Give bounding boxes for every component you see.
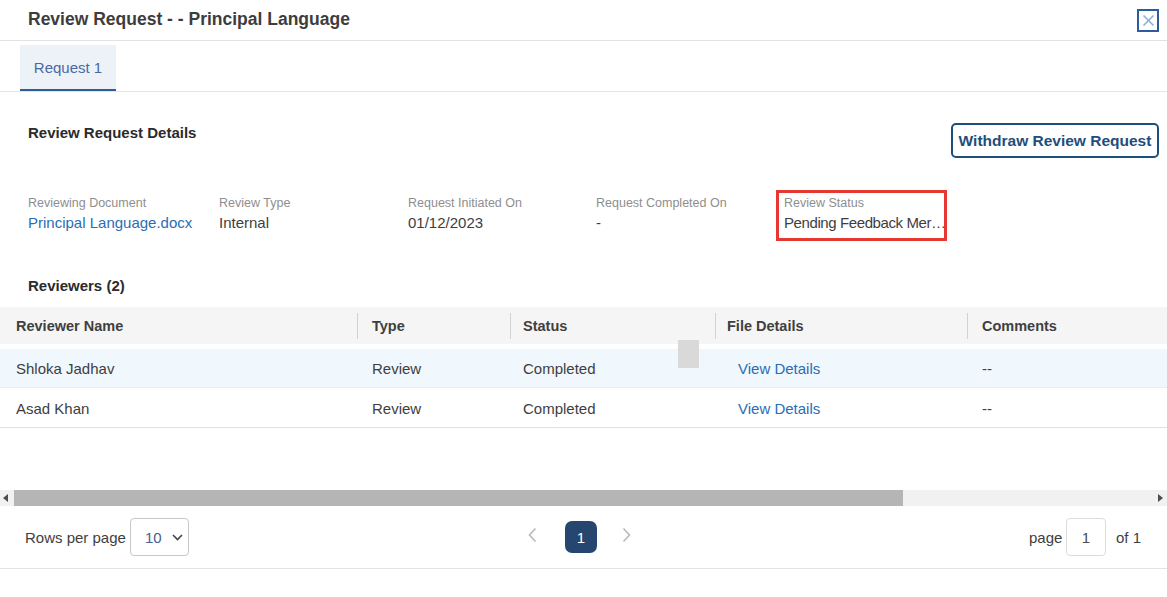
cell-status: Completed bbox=[523, 389, 596, 427]
tab-request-1[interactable]: Request 1 bbox=[20, 45, 116, 92]
field-label: Request Completed On bbox=[596, 196, 727, 210]
field-value: 01/12/2023 bbox=[408, 214, 522, 231]
field-reviewing-document: Reviewing Document Principal Language.do… bbox=[28, 196, 192, 231]
details-heading: Review Request Details bbox=[28, 124, 196, 141]
next-page-button[interactable] bbox=[622, 527, 631, 547]
cell-reviewer-name: Asad Khan bbox=[16, 389, 89, 427]
cell-comments: -- bbox=[982, 389, 992, 427]
rows-per-page-select[interactable]: 10 bbox=[130, 518, 189, 556]
table-row: Shloka Jadhav Review Completed View Deta… bbox=[0, 349, 1167, 388]
column-header-reviewer-name[interactable]: Reviewer Name bbox=[16, 307, 123, 344]
close-button[interactable] bbox=[1137, 9, 1159, 32]
cell-comments: -- bbox=[982, 349, 992, 387]
column-header-type[interactable]: Type bbox=[372, 307, 405, 344]
column-header-comments[interactable]: Comments bbox=[982, 307, 1057, 344]
rows-per-page-label: Rows per page bbox=[25, 529, 126, 546]
current-page-button[interactable]: 1 bbox=[565, 521, 597, 553]
dialog-title: Review Request - - Principal Language bbox=[28, 9, 350, 30]
field-review-type: Review Type Internal bbox=[219, 196, 290, 231]
table-header: Reviewer Name Type Status File Details C… bbox=[0, 307, 1167, 344]
page-label: page bbox=[1029, 529, 1062, 546]
header-divider bbox=[0, 40, 1167, 41]
field-request-completed-on: Request Completed On - bbox=[596, 196, 727, 231]
field-value: - bbox=[596, 214, 727, 231]
page-number-input[interactable] bbox=[1066, 518, 1106, 556]
withdraw-review-request-button[interactable]: Withdraw Review Request bbox=[951, 123, 1159, 158]
view-details-link[interactable]: View Details bbox=[738, 349, 820, 387]
field-label: Request Initiated On bbox=[408, 196, 522, 210]
cell-reviewer-name: Shloka Jadhav bbox=[16, 349, 114, 387]
cell-type: Review bbox=[372, 389, 421, 427]
horizontal-scrollbar[interactable] bbox=[0, 490, 1167, 506]
column-separator bbox=[357, 313, 358, 339]
field-review-status: Review Status Pending Feedback Mer… bbox=[784, 196, 944, 231]
tab-label: Request 1 bbox=[34, 59, 102, 76]
reviewing-document-link[interactable]: Principal Language.docx bbox=[28, 214, 192, 231]
column-header-status[interactable]: Status bbox=[523, 307, 567, 344]
field-label: Review Type bbox=[219, 196, 290, 210]
view-details-link[interactable]: View Details bbox=[738, 389, 820, 427]
chevron-right-icon bbox=[622, 527, 631, 543]
scrollbar-thumb[interactable] bbox=[14, 490, 903, 506]
review-status-value: Pending Feedback Mer… bbox=[784, 214, 944, 231]
field-request-initiated-on: Request Initiated On 01/12/2023 bbox=[408, 196, 522, 231]
scrollbar-left-arrow-icon[interactable] bbox=[3, 494, 8, 502]
cell-type: Review bbox=[372, 349, 421, 387]
chevron-left-icon bbox=[528, 527, 537, 543]
column-separator bbox=[715, 313, 716, 339]
rows-per-page-value: 10 bbox=[145, 529, 162, 546]
page-count-label: of 1 bbox=[1116, 529, 1141, 546]
column-separator bbox=[510, 313, 511, 339]
field-label: Review Status bbox=[784, 196, 944, 210]
review-request-dialog: Review Request - - Principal Language Re… bbox=[0, 0, 1167, 597]
scrollbar-right-arrow-icon[interactable] bbox=[1158, 494, 1163, 502]
column-header-file-details[interactable]: File Details bbox=[727, 307, 804, 344]
cell-status: Completed bbox=[523, 349, 596, 387]
column-separator bbox=[967, 313, 968, 339]
chevron-down-icon bbox=[172, 534, 183, 541]
reviewers-heading: Reviewers (2) bbox=[28, 277, 125, 294]
bottom-divider bbox=[0, 568, 1167, 569]
field-label: Reviewing Document bbox=[28, 196, 192, 210]
field-value: Internal bbox=[219, 214, 290, 231]
previous-page-button[interactable] bbox=[528, 527, 537, 547]
scroll-thumb-artifact bbox=[678, 340, 699, 368]
table-row: Asad Khan Review Completed View Details … bbox=[0, 389, 1167, 428]
tabbar-divider bbox=[0, 91, 1167, 92]
close-icon bbox=[1142, 14, 1155, 27]
